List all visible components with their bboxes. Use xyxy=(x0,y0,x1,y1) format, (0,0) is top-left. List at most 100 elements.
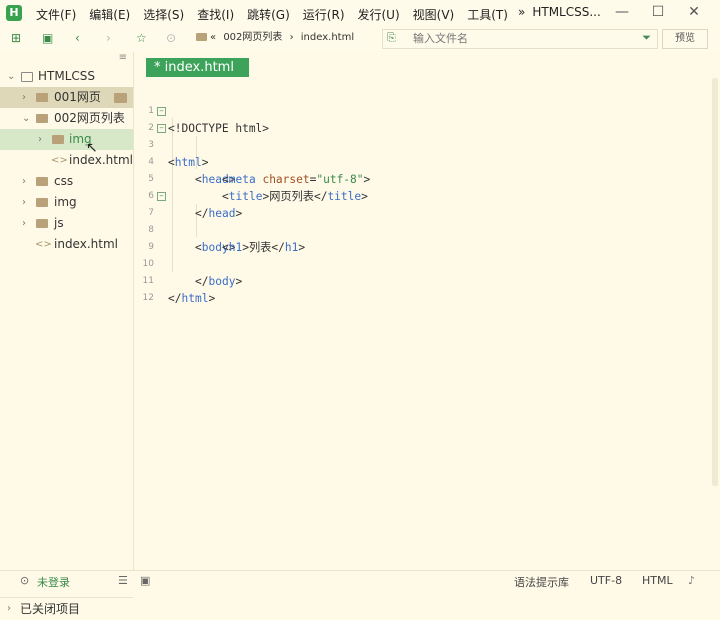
user-icon: ⊙ xyxy=(20,574,30,587)
tree-item-css[interactable]: › css xyxy=(0,171,133,192)
code-line: 12 xyxy=(134,273,720,303)
fold-toggle-icon[interactable]: − xyxy=(157,192,166,201)
chevron-right-icon[interactable]: › xyxy=(22,192,26,213)
tree-item-img[interactable]: › img xyxy=(0,192,133,213)
menu-find[interactable]: 查找(I) xyxy=(197,6,234,23)
tree-item-index[interactable]: <> index.html xyxy=(0,234,133,255)
html-file-icon: <> xyxy=(35,239,52,250)
code-line: 3 − <head> xyxy=(134,120,720,186)
encoding-indicator[interactable]: UTF-8 xyxy=(590,574,622,587)
close-button[interactable]: ✕ xyxy=(676,2,712,22)
folder-icon xyxy=(36,114,48,123)
closed-projects[interactable]: › 已关闭项目 xyxy=(0,597,133,620)
tree-item-js[interactable]: › js xyxy=(0,213,133,234)
folder-icon xyxy=(36,219,48,228)
tree-item-htmlcss[interactable]: ⌄ HTMLCSS xyxy=(0,66,133,87)
breadcrumb-file[interactable]: index.html xyxy=(301,32,354,43)
project-icon xyxy=(21,72,33,82)
menu-goto[interactable]: 跳转(G) xyxy=(247,6,290,23)
terminal-icon[interactable]: ▣ xyxy=(140,574,150,587)
login-status[interactable]: 未登录 xyxy=(37,574,70,590)
syntax-library[interactable]: 语法提示库 xyxy=(514,574,569,590)
open-folder-icon[interactable] xyxy=(114,93,127,103)
chevron-down-icon[interactable]: ⌄ xyxy=(7,66,15,87)
maximize-button[interactable]: ☐ xyxy=(640,2,676,22)
folder-icon xyxy=(36,93,48,102)
code-line: 9 xyxy=(134,222,720,252)
fold-toggle-icon[interactable]: − xyxy=(157,107,166,116)
sidebar-menu-icon[interactable]: ≡ xyxy=(119,52,127,63)
tree-label: index.html xyxy=(54,237,118,251)
vertical-scrollbar[interactable] xyxy=(712,78,718,486)
code-line: 8 <h1>列表</h1> xyxy=(134,205,720,254)
toolbar: ⊞ ▣ ‹ › ☆ ⊙ « 002网页列表 › index.html ⎘ ⏷ 预… xyxy=(0,27,720,51)
chevron-right-icon[interactable]: › xyxy=(22,213,26,234)
html-file-icon: <> xyxy=(51,155,68,166)
menu-overflow-icon[interactable]: » xyxy=(518,5,525,19)
code-line: 11 </html> xyxy=(134,256,720,305)
tree-label: index.html xyxy=(69,153,133,167)
menu-view[interactable]: 视图(V) xyxy=(413,6,455,23)
menu-run[interactable]: 运行(R) xyxy=(303,6,345,23)
menu-bar: 文件(F) 编辑(E) 选择(S) 查找(I) 跳转(G) 运行(R) 发行(U… xyxy=(36,6,521,23)
project-sidebar: ≡ ⌄ HTMLCSS › 001网页 ⌄ 002网页列表 › img <> i… xyxy=(0,52,134,616)
tree-label: js xyxy=(54,216,64,230)
chevron-right-icon[interactable]: › xyxy=(22,87,26,108)
menu-publish[interactable]: 发行(U) xyxy=(358,6,400,23)
tree-label: img xyxy=(54,195,77,209)
forward-icon[interactable]: › xyxy=(106,31,111,45)
chevron-right-icon[interactable]: › xyxy=(22,171,26,192)
breadcrumb-folder[interactable]: 002网页列表 xyxy=(223,32,282,43)
tree-item-img-sub[interactable]: › img xyxy=(0,129,133,150)
title-bar: H 文件(F) 编辑(E) 选择(S) 查找(I) 跳转(G) 运行(R) 发行… xyxy=(0,0,720,26)
tree-item-index-sub[interactable]: <> index.html xyxy=(0,150,133,171)
code-line: 4 <meta charset="utf-8"> xyxy=(134,137,720,186)
file-search-input[interactable] xyxy=(413,30,633,46)
chevron-down-icon[interactable]: ⌄ xyxy=(22,108,30,129)
outline-icon[interactable]: ☰ xyxy=(118,574,128,587)
file-search-box: ⎘ ⏷ xyxy=(382,29,658,49)
preview-button[interactable]: 预览 xyxy=(662,29,708,49)
fold-toggle-icon[interactable]: − xyxy=(157,124,166,133)
tab-index-html[interactable]: * index.html xyxy=(146,58,249,77)
folder-icon xyxy=(52,135,64,144)
filter-icon[interactable]: ⏷ xyxy=(642,31,651,45)
breadcrumb-separator: › xyxy=(289,32,294,43)
editor[interactable]: * index.html 1 <!DOCTYPE html> 2 − <html… xyxy=(134,52,720,570)
tree-item-001[interactable]: › 001网页 xyxy=(0,87,133,108)
window-title-text: HTMLCSS... xyxy=(532,5,601,19)
code-line: 2 − <html> xyxy=(134,103,720,169)
window-controls: — ☐ ✕ xyxy=(604,2,712,22)
folder-icon xyxy=(196,33,207,41)
chevron-right-icon[interactable]: › xyxy=(7,598,11,620)
new-file-icon[interactable]: ⊞ xyxy=(11,31,21,45)
breadcrumb-back-icon[interactable]: « xyxy=(210,32,216,43)
file-search-icon: ⎘ xyxy=(387,31,396,44)
bookmark-star-icon[interactable]: ☆ xyxy=(136,31,147,45)
code-line: 1 <!DOCTYPE html> xyxy=(134,86,720,135)
code-line: 7 − <body> xyxy=(134,188,720,254)
closed-projects-label: 已关闭项目 xyxy=(20,602,81,616)
code-punct: > xyxy=(208,292,216,305)
bell-icon[interactable]: ♪ xyxy=(688,574,695,587)
save-icon[interactable]: ▣ xyxy=(42,31,53,45)
tree-item-002[interactable]: ⌄ 002网页列表 xyxy=(0,108,133,129)
line-number: 12 xyxy=(142,293,154,303)
tree-label: HTMLCSS xyxy=(38,69,96,83)
code-line: 10 </body> xyxy=(134,239,720,288)
status-bar: ⊙ 未登录 ☰ ▣ 语法提示库 UTF-8 HTML ♪ xyxy=(0,570,720,591)
run-icon[interactable]: ⊙ xyxy=(166,31,176,45)
menu-tools[interactable]: 工具(T) xyxy=(467,6,508,23)
menu-edit[interactable]: 编辑(E) xyxy=(89,6,130,23)
tree-label: css xyxy=(54,174,74,188)
language-indicator[interactable]: HTML xyxy=(642,574,673,587)
code-line: 6 </head> xyxy=(134,171,720,220)
tree-label: 002网页列表 xyxy=(54,111,125,125)
breadcrumb: « 002网页列表 › index.html xyxy=(196,29,374,47)
chevron-right-icon[interactable]: › xyxy=(38,129,42,150)
minimize-button[interactable]: — xyxy=(604,2,640,22)
menu-select[interactable]: 选择(S) xyxy=(143,6,184,23)
menu-file[interactable]: 文件(F) xyxy=(36,6,76,23)
back-icon[interactable]: ‹ xyxy=(75,31,80,45)
folder-icon xyxy=(36,177,48,186)
